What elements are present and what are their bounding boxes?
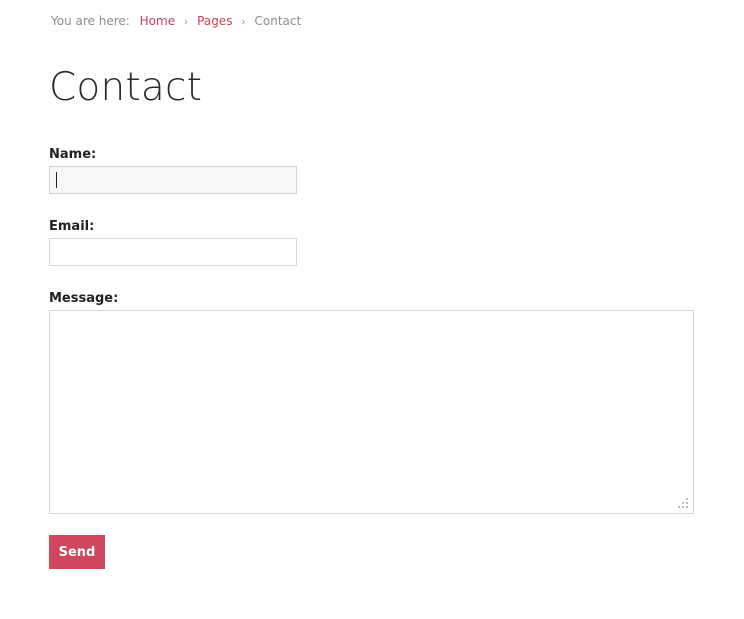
email-input[interactable]: [49, 238, 297, 266]
breadcrumb-link-home[interactable]: Home: [140, 14, 175, 28]
breadcrumb-link-pages[interactable]: Pages: [197, 14, 232, 28]
name-label: Name:: [49, 147, 97, 162]
send-button[interactable]: Send: [49, 535, 105, 569]
breadcrumb-separator: ›: [241, 15, 246, 28]
name-input[interactable]: [49, 166, 297, 194]
breadcrumb: You are here: Home › Pages › Contact: [51, 13, 301, 30]
breadcrumb-prefix: You are here:: [51, 14, 130, 28]
breadcrumb-separator: ›: [183, 15, 189, 28]
message-textarea[interactable]: [49, 310, 694, 514]
contact-page: You are here: Home › Pages › Contact Con…: [0, 0, 744, 619]
email-label: Email:: [49, 219, 95, 234]
message-label: Message:: [49, 291, 119, 306]
breadcrumb-current: Contact: [254, 14, 302, 28]
text-caret: [56, 172, 57, 188]
page-title: Contact: [49, 65, 203, 110]
resize-grip-icon[interactable]: [676, 496, 690, 510]
